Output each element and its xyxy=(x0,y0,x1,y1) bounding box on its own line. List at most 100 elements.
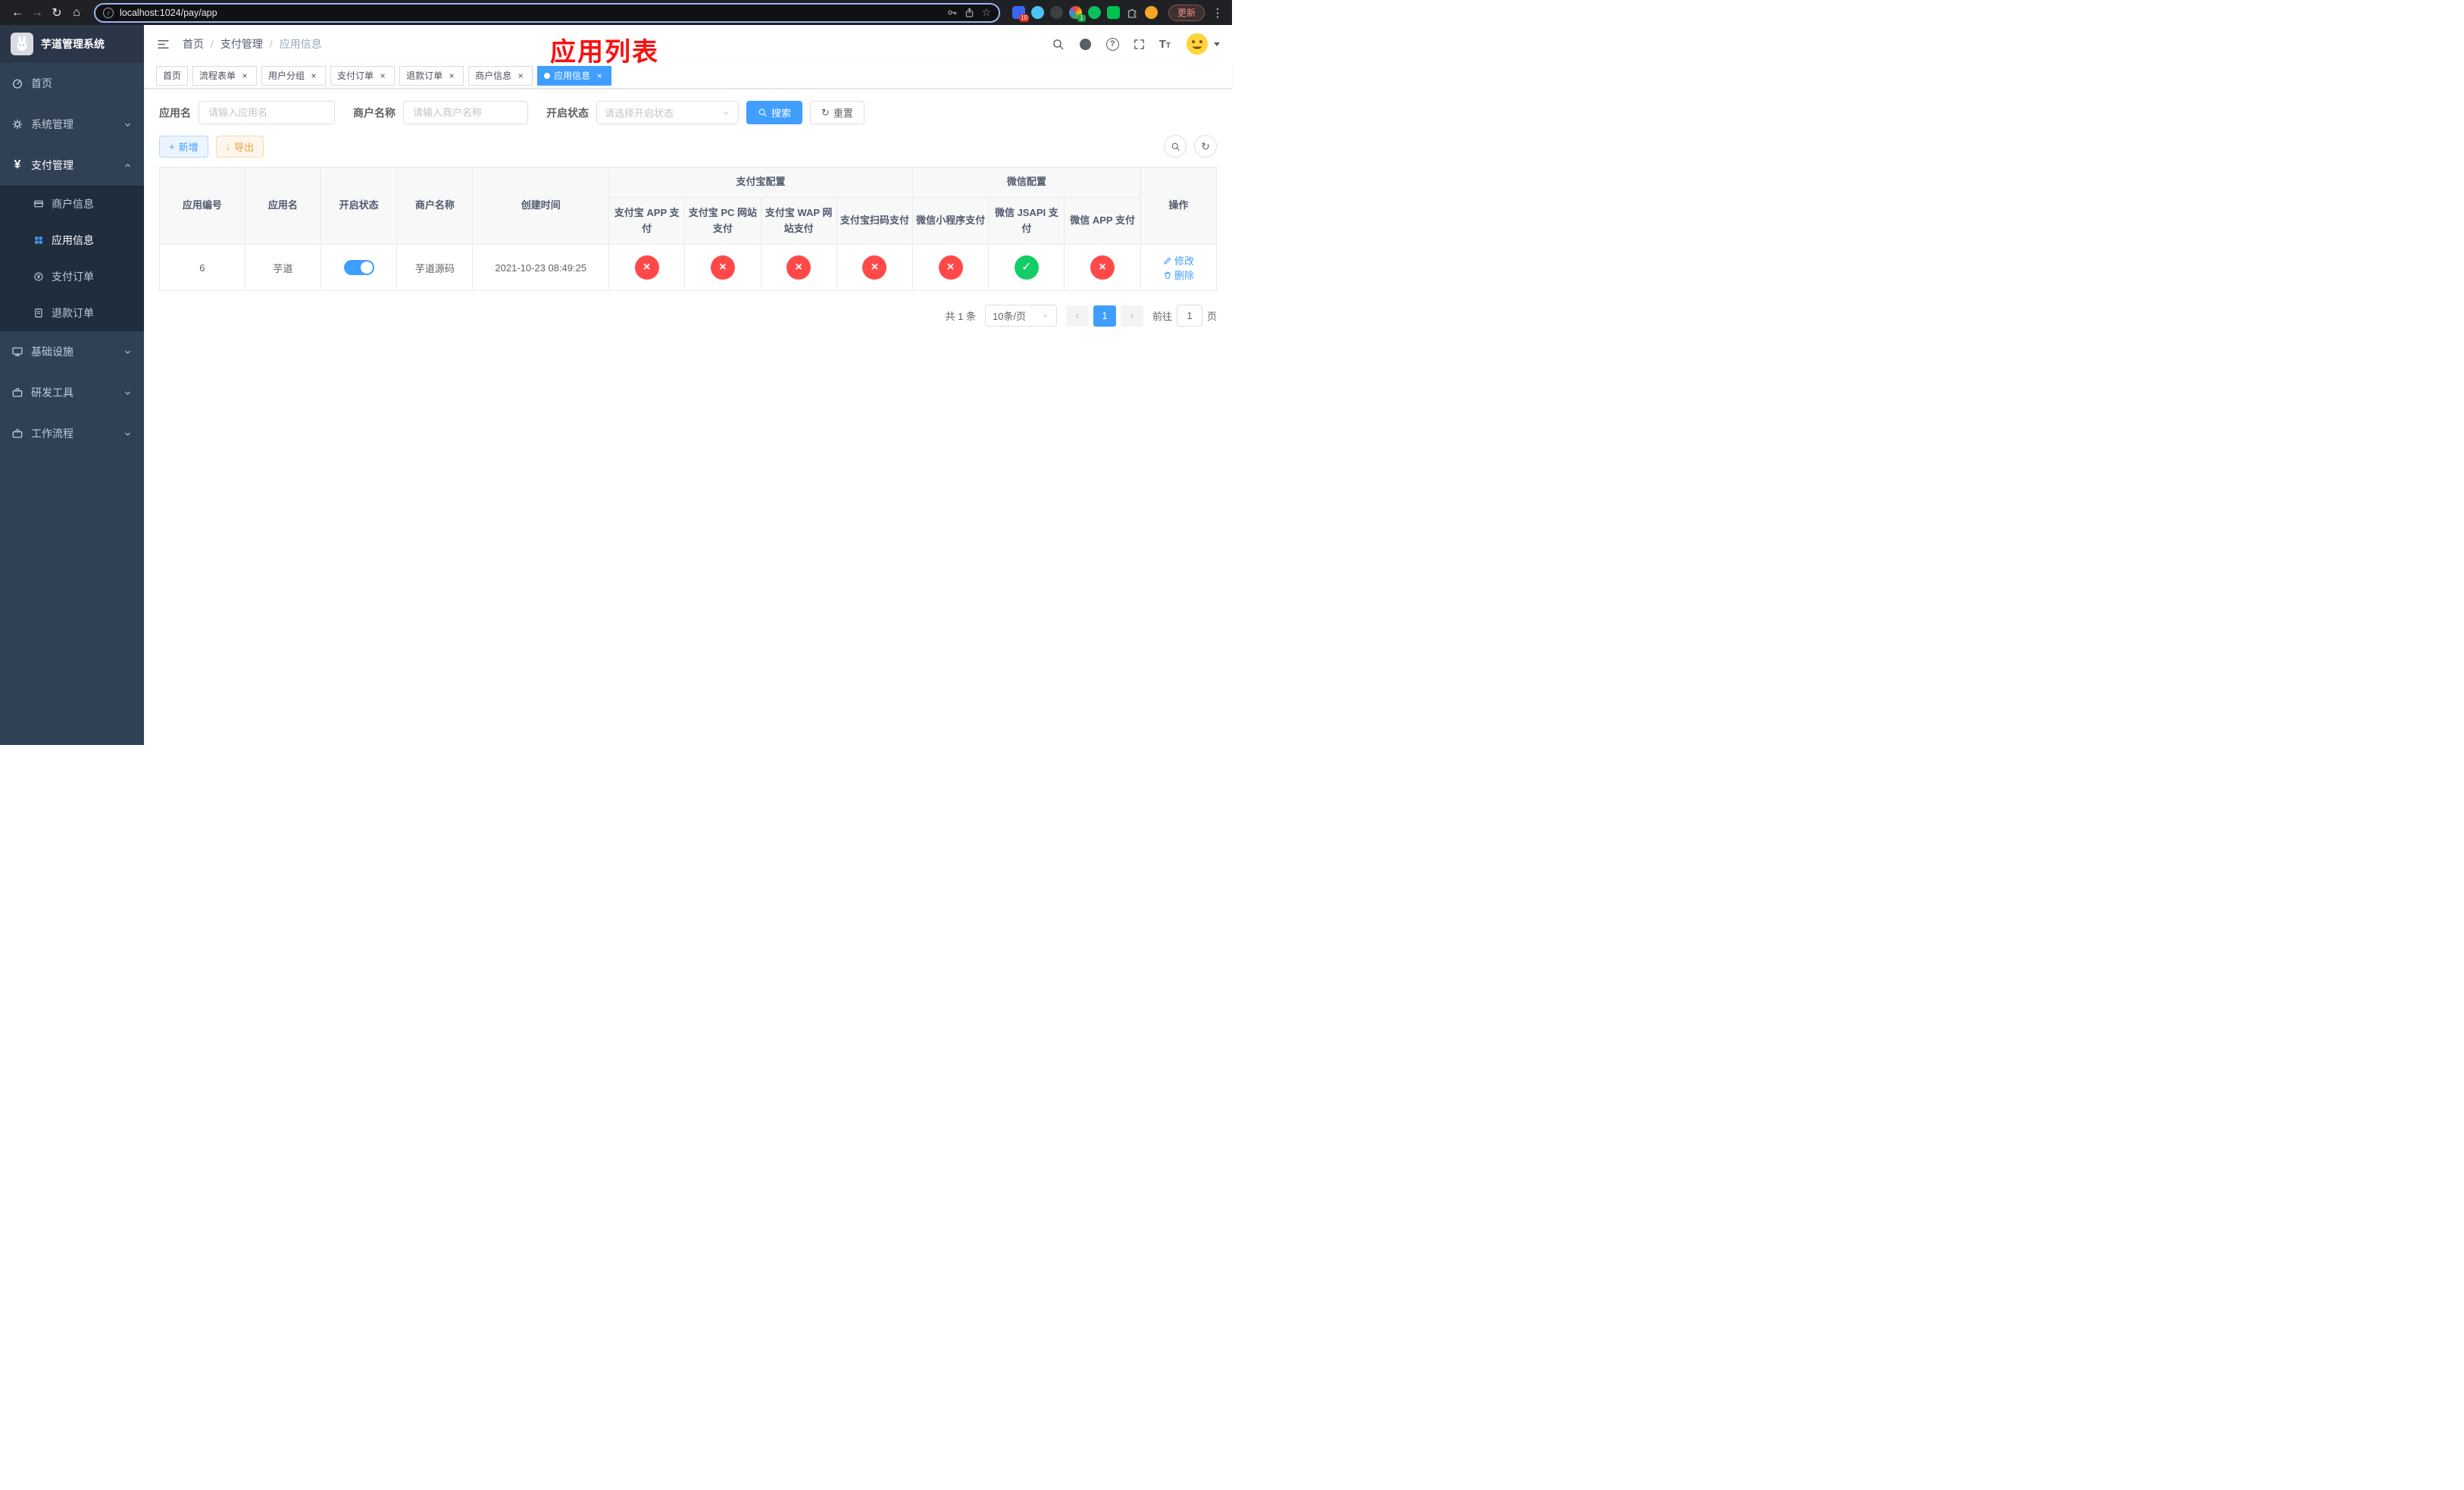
status-cross-icon: × xyxy=(938,255,963,280)
chevron-down-icon xyxy=(123,347,133,357)
browser-forward-button[interactable]: → xyxy=(27,3,47,23)
sidebar-item-label: 研发工具 xyxy=(31,387,73,399)
add-button[interactable]: + 新增 xyxy=(159,135,208,158)
ext-icon-6[interactable] xyxy=(1106,6,1120,19)
edit-link[interactable]: 修改 xyxy=(1163,253,1194,268)
app-name-input[interactable] xyxy=(199,101,335,124)
cell-actions: 修改 删除 xyxy=(1140,244,1218,292)
tab-process-form[interactable]: 流程表单 × xyxy=(192,65,258,86)
prev-page-button[interactable]: ‹ xyxy=(1065,305,1089,327)
close-icon[interactable]: × xyxy=(377,70,388,81)
tab-refund-order[interactable]: 退款订单 × xyxy=(399,65,464,86)
sidebar-item-dev-tools[interactable]: 研发工具 xyxy=(0,372,144,413)
cell-merchant: 芋道源码 xyxy=(396,244,474,292)
tab-home[interactable]: 首页 xyxy=(156,65,189,86)
export-button[interactable]: ↓ 导出 xyxy=(215,135,264,158)
github-icon[interactable] xyxy=(1078,37,1093,52)
next-page-button[interactable]: › xyxy=(1120,305,1143,327)
ext-icon-8[interactable] xyxy=(1144,6,1158,19)
chevron-down-icon xyxy=(721,108,730,117)
password-key-icon[interactable] xyxy=(946,7,958,18)
sidebar-item-payment[interactable]: ¥ 支付管理 xyxy=(0,145,144,186)
app-table: 应用编号 应用名 开启状态 商户名称 创建时间 支付宝配置 微信配置 操作 支付… xyxy=(159,166,1218,292)
tab-merchant-info[interactable]: 商户信息 × xyxy=(468,65,533,86)
status-select[interactable]: 请选择开启状态 xyxy=(596,101,739,124)
sidebar-item-system[interactable]: 系统管理 xyxy=(0,104,144,145)
close-icon[interactable]: × xyxy=(308,70,319,81)
topbar: 首页 / 支付管理 / 应用信息 ? TT xyxy=(144,25,1232,63)
monitor-icon xyxy=(11,346,23,358)
app-logo-row[interactable]: 芋道管理系统 xyxy=(0,25,144,63)
hamburger-icon[interactable] xyxy=(156,37,170,52)
goto-page-input[interactable] xyxy=(1176,305,1202,327)
browser-update-button[interactable]: 更新 xyxy=(1168,4,1205,21)
ext-icon-4[interactable]: 1 xyxy=(1068,6,1086,22)
search-button[interactable]: 搜索 xyxy=(746,101,803,124)
close-icon[interactable]: × xyxy=(594,70,605,81)
cell-wx-app: × xyxy=(1064,244,1141,292)
close-icon[interactable]: × xyxy=(446,70,457,81)
site-info-icon[interactable]: i xyxy=(103,7,114,18)
extensions-puzzle-icon[interactable] xyxy=(1126,6,1139,19)
toggle-search-button[interactable] xyxy=(1164,135,1187,158)
sidebar-item-label: 退款订单 xyxy=(52,307,94,319)
cell-alipay-wap: × xyxy=(760,244,837,292)
col-wx-jsapi: 微信 JSAPI 支付 xyxy=(988,196,1065,246)
yen-icon: ¥ xyxy=(14,158,21,171)
sidebar-item-label: 首页 xyxy=(31,77,52,89)
sidebar-item-pay-order[interactable]: 支付订单 xyxy=(0,258,144,295)
user-avatar[interactable] xyxy=(1184,31,1220,57)
page-1-button[interactable]: 1 xyxy=(1093,305,1116,327)
download-icon: ↓ xyxy=(225,140,231,152)
cell-alipay-qr: × xyxy=(836,244,913,292)
tab-app-info[interactable]: 应用信息 × xyxy=(537,65,612,86)
sidebar-item-home[interactable]: 首页 xyxy=(0,63,144,104)
order-icon xyxy=(33,271,44,282)
delete-link[interactable]: 删除 xyxy=(1163,268,1194,282)
tab-pay-order[interactable]: 支付订单 × xyxy=(330,65,396,86)
cell-alipay-pc: × xyxy=(684,244,761,292)
ext-icon-2[interactable] xyxy=(1030,6,1044,19)
sidebar-item-workflow[interactable]: 工作流程 xyxy=(0,413,144,454)
help-icon[interactable]: ? xyxy=(1105,37,1119,51)
ext-icon-5[interactable] xyxy=(1087,6,1101,19)
app-title: 芋道管理系统 xyxy=(41,38,105,50)
cell-created: 2021-10-23 08:49:25 xyxy=(472,244,610,292)
ext-icon-3[interactable] xyxy=(1049,6,1063,19)
share-icon[interactable] xyxy=(964,7,975,18)
sidebar-item-infra[interactable]: 基础设施 xyxy=(0,331,144,372)
status-cross-icon: × xyxy=(862,255,887,280)
sidebar: 芋道管理系统 首页 系统管理 ¥ 支付管理 商户信息 应用信息 支付订单 退款订… xyxy=(0,25,144,745)
col-merchant: 商户名称 xyxy=(396,166,474,246)
browser-reload-button[interactable]: ↻ xyxy=(47,3,67,23)
refresh-table-button[interactable]: ↻ xyxy=(1194,135,1217,158)
browser-menu-icon[interactable]: ⋮ xyxy=(1211,6,1224,20)
browser-home-button[interactable]: ⌂ xyxy=(67,3,86,23)
reset-button[interactable]: ↻ 重置 xyxy=(810,101,865,124)
cell-app-name: 芋道 xyxy=(244,244,321,292)
browser-toolbar: ← → ↻ ⌂ i localhost:1024/pay/app ☆ 10 1 … xyxy=(0,0,1232,25)
status-toggle[interactable] xyxy=(343,260,374,276)
search-icon[interactable] xyxy=(1052,38,1065,51)
sidebar-item-merchant-info[interactable]: 商户信息 xyxy=(0,186,144,222)
breadcrumb-payment[interactable]: 支付管理 xyxy=(220,36,263,52)
tags-view-bar: 首页 流程表单 × 用户分组 × 支付订单 × 退款订单 × 商户信息 × 应用… xyxy=(144,63,1232,89)
browser-back-button[interactable]: ← xyxy=(8,3,27,23)
ext-icon-1[interactable]: 10 xyxy=(1012,6,1029,22)
sidebar-item-app-info[interactable]: 应用信息 xyxy=(0,222,144,258)
bookmark-star-icon[interactable]: ☆ xyxy=(981,6,991,19)
ext-badge-1: 10 xyxy=(1019,14,1029,22)
col-group-alipay: 支付宝配置 xyxy=(608,167,913,198)
tab-user-group[interactable]: 用户分组 × xyxy=(261,65,327,86)
close-icon[interactable]: × xyxy=(239,70,250,81)
breadcrumb-separator: / xyxy=(269,38,273,50)
fullscreen-icon[interactable] xyxy=(1133,38,1146,51)
sidebar-item-refund-order[interactable]: 退款订单 xyxy=(0,295,144,331)
close-icon[interactable]: × xyxy=(515,70,526,81)
address-bar[interactable]: i localhost:1024/pay/app ☆ xyxy=(94,2,1000,23)
font-size-icon[interactable]: TT xyxy=(1159,39,1171,50)
page-size-select[interactable]: 10条/页 xyxy=(984,305,1057,327)
breadcrumb-home[interactable]: 首页 xyxy=(183,36,204,52)
merchant-name-input[interactable] xyxy=(403,101,528,124)
col-group-wechat: 微信配置 xyxy=(911,167,1141,198)
